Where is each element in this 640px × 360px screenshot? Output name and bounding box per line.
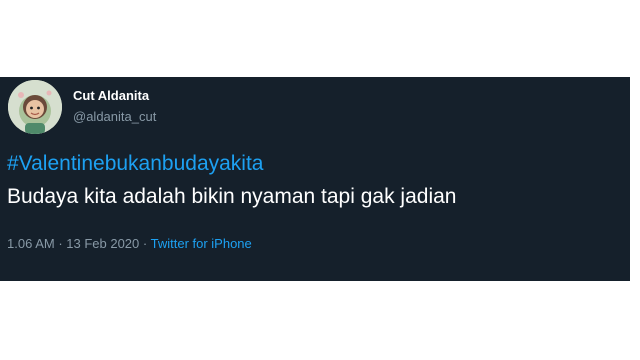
avatar-illustration-icon <box>8 80 62 134</box>
tweet-card: Cut Aldanita @aldanita_cut #Valentinebuk… <box>0 77 630 281</box>
author-handle[interactable]: @aldanita_cut <box>73 109 156 125</box>
tweet-text: Budaya kita adalah bikin nyaman tapi gak… <box>7 185 457 208</box>
tweet-source-link[interactable]: Twitter for iPhone <box>151 236 252 251</box>
meta-separator: · <box>54 236 67 251</box>
tweet-metadata: 1.06 AM · 13 Feb 2020 · Twitter for iPho… <box>7 236 252 252</box>
tweet-date[interactable]: 13 Feb 2020 <box>66 236 139 251</box>
author-display-name[interactable]: Cut Aldanita <box>73 88 149 104</box>
hashtag-link[interactable]: #Valentinebukanbudayakita <box>7 151 263 177</box>
avatar[interactable] <box>8 80 62 134</box>
meta-separator: · <box>139 236 151 251</box>
tweet-time[interactable]: 1.06 AM <box>7 236 55 251</box>
